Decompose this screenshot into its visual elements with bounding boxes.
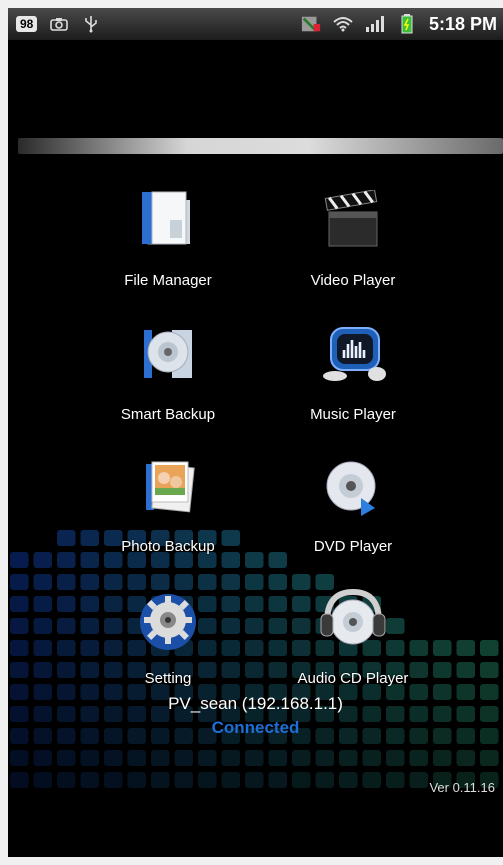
usb-icon: [81, 14, 101, 34]
signal-icon: [365, 14, 385, 34]
audio-cd-player-label: Audio CD Player: [297, 670, 409, 687]
notification-count-badge[interactable]: 98: [16, 16, 38, 32]
version-label: Ver 0.11.16: [429, 780, 495, 795]
sim-icon: [301, 14, 321, 34]
photo-backup-icon: [128, 456, 208, 536]
screen: 98 5:18 PM File Manager Video Player Sma…: [8, 8, 503, 857]
file-manager-label: File Manager: [124, 272, 212, 289]
dvd-player-icon: [313, 456, 393, 536]
dvd-player-button[interactable]: DVD Player: [263, 456, 443, 555]
battery-icon: [397, 14, 417, 34]
audio-cd-player-button[interactable]: Audio CD Player: [263, 588, 443, 687]
video-player-icon: [313, 189, 393, 270]
header-bar: [18, 138, 503, 154]
file-manager-button[interactable]: File Manager: [78, 190, 258, 289]
status-time: 5:18 PM: [428, 13, 497, 34]
photo-backup-label: Photo Backup: [121, 538, 215, 555]
connection-status: Connected: [211, 718, 300, 737]
status-bar-left: 98: [16, 14, 101, 34]
camera-icon: [49, 14, 69, 34]
audio-cd-player-icon: [313, 588, 393, 668]
wifi-icon: [333, 14, 353, 34]
smart-backup-label: Smart Backup: [120, 406, 216, 423]
status-bar: 98 5:18 PM: [8, 8, 503, 40]
smart-backup-button[interactable]: Smart Backup: [78, 324, 258, 423]
setting-button[interactable]: Setting: [78, 588, 258, 687]
music-player-icon: [313, 324, 393, 404]
device-frame: 98 5:18 PM File Manager Video Player Sma…: [0, 0, 503, 865]
setting-label: Setting: [144, 670, 192, 687]
smart-backup-icon: [128, 324, 208, 404]
music-player-button[interactable]: Music Player: [263, 324, 443, 423]
setting-icon: [128, 588, 208, 668]
video-player-label: Video Player: [310, 272, 396, 289]
music-player-label: Music Player: [310, 406, 396, 423]
status-bar-right: 5:18 PM: [301, 14, 497, 35]
dvd-player-label: DVD Player: [313, 538, 393, 555]
photo-backup-button[interactable]: Photo Backup: [78, 456, 258, 555]
connection-device: PV_sean (192.168.1.1): [168, 694, 343, 713]
file-manager-icon: [128, 190, 208, 270]
video-player-button[interactable]: Video Player: [263, 189, 443, 289]
